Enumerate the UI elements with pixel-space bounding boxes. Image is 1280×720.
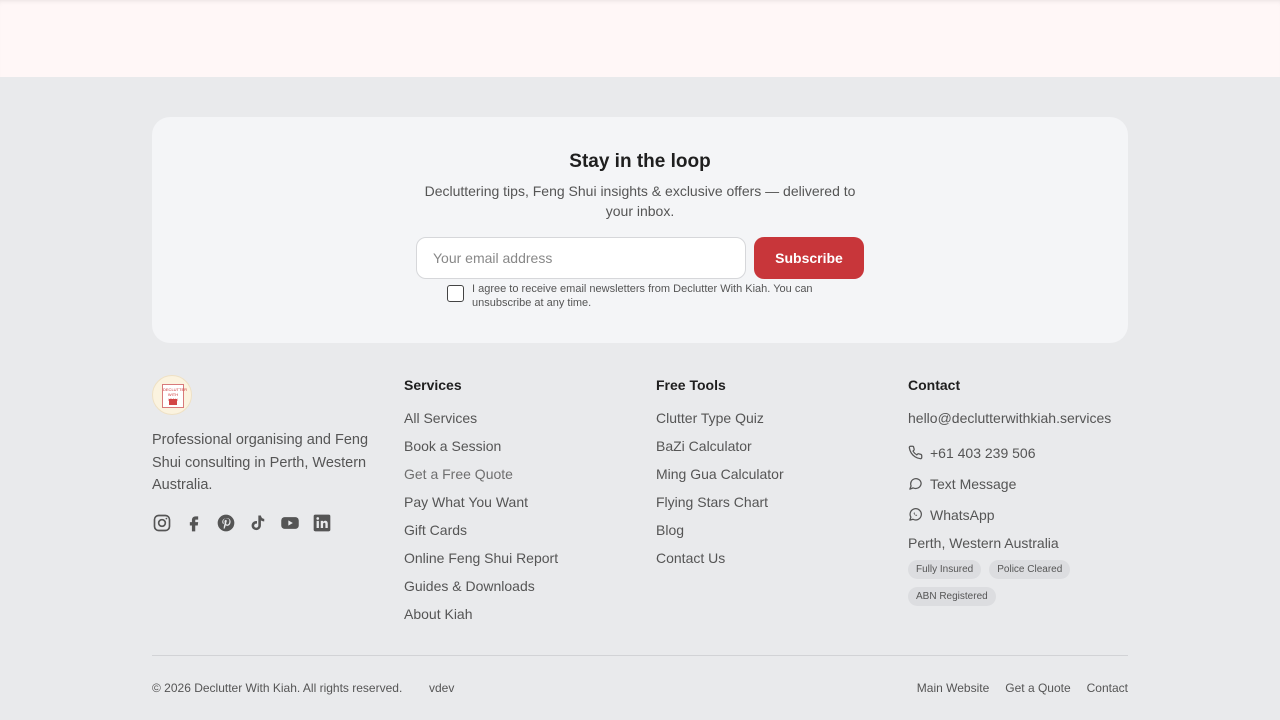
services-link[interactable]: Pay What You Want [404, 493, 558, 521]
services-column: Services All Services Book a Session Get… [404, 377, 558, 633]
services-link[interactable]: Guides & Downloads [404, 577, 558, 605]
tools-link[interactable]: BaZi Calculator [656, 437, 784, 465]
contact-title: Contact [908, 377, 961, 393]
services-link[interactable]: About Kiah [404, 605, 558, 633]
services-link[interactable]: Gift Cards [404, 521, 558, 549]
contact-whatsapp-link[interactable]: WhatsApp [908, 499, 1138, 530]
contact-text-message-link[interactable]: Text Message [908, 468, 1138, 499]
email-input[interactable] [416, 237, 746, 279]
tools-link[interactable]: Ming Gua Calculator [656, 465, 784, 493]
contact-phone: +61 403 239 506 [930, 444, 1036, 461]
footer-divider [152, 655, 1128, 656]
consent-label: I agree to receive email newsletters fro… [472, 283, 813, 309]
brand-logo[interactable]: DECLUTTER WITH KIAH [152, 375, 192, 415]
phone-icon [908, 445, 923, 460]
trust-badges: Fully Insured Police Cleared ABN Registe… [908, 560, 1108, 606]
subscribe-button[interactable]: Subscribe [754, 237, 864, 279]
footer-bottom-links: Main Website Get a Quote Contact [917, 681, 1128, 695]
free-tools-title: Free Tools [656, 377, 726, 393]
instagram-icon[interactable] [152, 513, 172, 533]
services-link[interactable]: Get a Free Quote [404, 465, 558, 493]
services-list: All Services Book a Session Get a Free Q… [404, 409, 558, 633]
page-top-section [0, 0, 1280, 77]
status-badge: Fully Insured [908, 560, 982, 579]
contact-column: Contact hello@declutterwithkiah.services… [908, 377, 1138, 606]
services-link[interactable]: Online Feng Shui Report [404, 549, 558, 577]
get-a-quote-link[interactable]: Get a Quote [1005, 681, 1070, 695]
contact-phone-link[interactable]: +61 403 239 506 [908, 437, 1138, 468]
newsletter-card: Stay in the loop Decluttering tips, Feng… [152, 117, 1128, 343]
version-text: vdev [429, 681, 455, 695]
contact-whatsapp: WhatsApp [930, 506, 995, 523]
facebook-icon[interactable] [184, 513, 204, 533]
tools-link[interactable]: Clutter Type Quiz [656, 409, 784, 437]
whatsapp-icon [909, 508, 922, 521]
youtube-icon[interactable] [280, 513, 300, 533]
logo-mark: DECLUTTER WITH KIAH [162, 384, 187, 408]
free-tools-column: Free Tools Clutter Type Quiz BaZi Calcul… [656, 377, 784, 577]
tiktok-icon[interactable] [248, 513, 268, 533]
contact-link[interactable]: Contact [1087, 681, 1128, 695]
contact-text-message: Text Message [930, 475, 1017, 492]
newsletter-subtitle: Decluttering tips, Feng Shui insights & … [424, 183, 856, 219]
status-badge: Police Cleared [989, 560, 1071, 579]
copyright-text: © 2026 Declutter With Kiah. All rights r… [152, 681, 403, 695]
tools-link[interactable]: Blog [656, 521, 784, 549]
services-link[interactable]: All Services [404, 409, 558, 437]
tools-link[interactable]: Contact Us [656, 549, 784, 577]
social-links [152, 513, 382, 533]
pinterest-icon[interactable] [216, 513, 236, 533]
newsletter-title: Stay in the loop [569, 151, 711, 172]
brand-description: Professional organising and Feng Shui co… [152, 432, 369, 493]
free-tools-list: Clutter Type Quiz BaZi Calculator Ming G… [656, 409, 784, 577]
status-badge: ABN Registered [908, 587, 996, 606]
services-link[interactable]: Book a Session [404, 437, 558, 465]
message-icon [909, 478, 922, 490]
contact-email-link[interactable]: hello@declutterwithkiah.services [908, 409, 1138, 437]
services-title: Services [404, 377, 462, 393]
tools-link[interactable]: Flying Stars Chart [656, 493, 784, 521]
consent-checkbox[interactable] [447, 285, 464, 302]
main-website-link[interactable]: Main Website [917, 681, 989, 695]
brand-column: DECLUTTER WITH KIAH Professional organis… [152, 375, 382, 533]
linkedin-icon[interactable] [312, 513, 332, 533]
contact-location: Perth, Western Australia [908, 535, 1059, 551]
